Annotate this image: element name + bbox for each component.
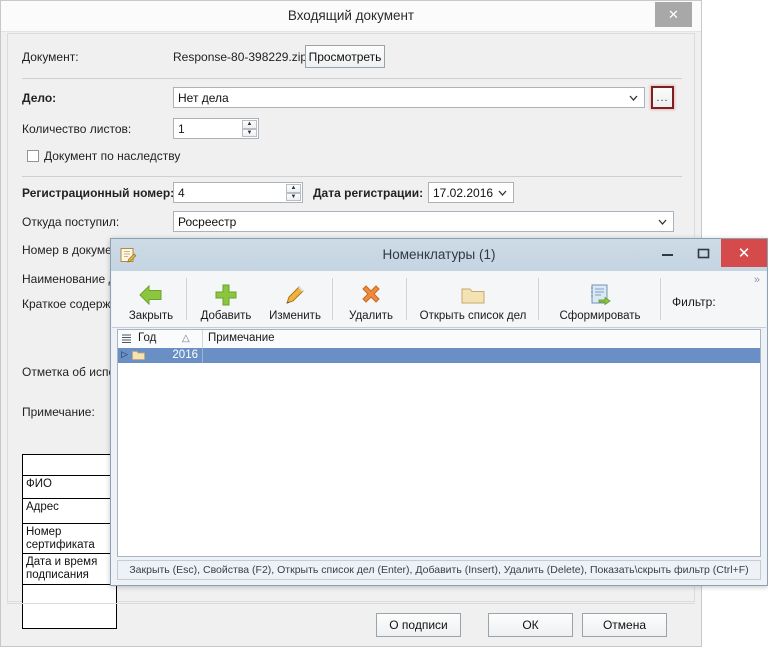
pencil-icon: [283, 282, 307, 308]
calendar-chevron-down-icon: [497, 187, 508, 198]
stepper-down-icon[interactable]: ▼: [242, 128, 257, 137]
green-left-arrow-icon: [138, 282, 164, 308]
reg-number-stepper[interactable]: 4 ▲ ▼: [173, 182, 303, 203]
toolbar-label: Изменить: [269, 310, 321, 322]
checkbox-box[interactable]: [27, 150, 39, 162]
chevron-down-icon: [628, 92, 639, 103]
cell-divider: [202, 348, 203, 363]
outer-title-bar: Входящий документ ✕: [1, 1, 701, 32]
toolbar-button-generate[interactable]: Сформировать: [544, 273, 656, 325]
preview-button[interactable]: Просмотреть: [305, 45, 385, 68]
stepper-up-icon[interactable]: ▲: [242, 120, 257, 129]
toolbar-separator: [538, 278, 539, 320]
toolbar-button-open-case-list[interactable]: Открыть список дел: [412, 273, 534, 325]
reg-number-label: Регистрационный номер:: [22, 186, 175, 200]
nomenclatures-dialog: Номенклатуры (1) ✕ Закрыть Добавить Изме…: [110, 238, 768, 586]
toolbar-separator: [406, 278, 407, 320]
sheets-label: Количество листов:: [22, 122, 132, 136]
close-icon[interactable]: ✕: [721, 239, 767, 267]
grid-column-header-year[interactable]: Год: [138, 332, 156, 344]
source-value: Росреестр: [178, 215, 237, 229]
blue-notebook-green-arrow-icon: [588, 282, 612, 308]
toolbar-label: Закрыть: [128, 310, 174, 322]
sheets-value: 1: [178, 122, 185, 136]
toolbar-label: Удалить: [349, 310, 393, 322]
toolbar-button-delete[interactable]: Удалить: [340, 273, 402, 325]
case-value: Нет дела: [178, 91, 229, 105]
source-label: Откуда поступил:: [22, 215, 120, 229]
nomenclatures-toolbar: Закрыть Добавить Изменить Удалить Открыт…: [112, 271, 766, 328]
toolbar-button-add[interactable]: Добавить: [194, 273, 258, 325]
cancel-button[interactable]: Отмена: [582, 613, 667, 637]
status-bar: Закрыть (Esc), Свойства (F2), Открыть сп…: [117, 560, 761, 580]
reg-stepper-down-icon[interactable]: ▼: [286, 192, 301, 201]
note-label: Примечание:: [22, 405, 95, 419]
green-plus-icon: [214, 282, 238, 308]
sort-ascending-icon: △: [182, 333, 190, 344]
column-chooser-icon[interactable]: [121, 333, 132, 344]
close-icon[interactable]: ✕: [655, 2, 692, 27]
table-row: Дата и время подписания: [23, 554, 116, 585]
toolbar-separator: [186, 278, 187, 320]
case-label: Дело:: [22, 91, 57, 105]
filter-label: Фильтр:: [672, 295, 716, 309]
document-label: Документ:: [22, 50, 79, 64]
source-chevron-down-icon: [657, 216, 668, 227]
toolbar-separator: [332, 278, 333, 320]
inherited-document-checkbox[interactable]: Документ по наследству: [27, 149, 180, 163]
divider-2: [22, 176, 682, 177]
source-combobox[interactable]: Росреестр: [173, 211, 674, 232]
table-row: Адрес: [23, 499, 116, 524]
toolbar-label: Открыть список дел: [419, 310, 527, 322]
reg-date-value: 17.02.2016: [433, 186, 494, 200]
case-browse-button[interactable]: ...: [651, 86, 674, 109]
table-row: ФИО: [23, 476, 116, 499]
chevron-double-right-icon[interactable]: »: [754, 274, 760, 286]
reg-stepper-up-icon[interactable]: ▲: [286, 184, 301, 193]
inherited-document-label: Документ по наследству: [44, 149, 181, 163]
minimize-icon[interactable]: [649, 239, 685, 267]
orange-cross-icon: [359, 282, 383, 308]
page-title: Входящий документ: [287, 8, 415, 23]
ok-button[interactable]: ОК: [488, 613, 573, 637]
toolbar-label: Добавить: [200, 310, 252, 322]
document-filename: Response-80-398229.zip: [173, 50, 308, 64]
cell-year: 2016: [172, 349, 198, 361]
maximize-icon[interactable]: [685, 239, 721, 267]
table-row: [23, 455, 116, 476]
table-row: Номер сертификата: [23, 524, 116, 554]
table-row[interactable]: ▷ 2016: [118, 348, 760, 363]
grid-column-header-note[interactable]: Примечание: [208, 332, 275, 344]
case-combobox[interactable]: Нет дела: [173, 87, 645, 108]
reg-date-picker[interactable]: 17.02.2016: [428, 182, 514, 203]
toolbar-button-close[interactable]: Закрыть: [120, 273, 182, 325]
inner-title-bar: Номенклатуры (1) ✕: [111, 239, 767, 271]
about-signature-button[interactable]: О подписи: [376, 613, 461, 637]
folder-icon: [460, 282, 486, 308]
column-divider[interactable]: [202, 330, 203, 348]
reg-stepper-buttons[interactable]: ▲ ▼: [286, 184, 301, 201]
nomenclatures-grid[interactable]: Год △ Примечание ▷ 2016: [117, 329, 761, 557]
reg-date-label: Дата регистрации:: [313, 186, 424, 200]
outer-footer: О подписи ОК Отмена: [7, 603, 695, 640]
reg-number-value: 4: [178, 186, 185, 200]
divider-1: [22, 78, 682, 79]
toolbar-button-edit[interactable]: Изменить: [262, 273, 328, 325]
row-expander-icon[interactable]: ▷: [121, 349, 128, 360]
toolbar-separator: [660, 278, 661, 320]
grid-header-row: Год △ Примечание: [118, 330, 760, 349]
sheets-stepper[interactable]: 1 ▲ ▼: [173, 118, 259, 139]
toolbar-label: Сформировать: [559, 310, 641, 322]
stepper-buttons[interactable]: ▲ ▼: [242, 120, 257, 137]
